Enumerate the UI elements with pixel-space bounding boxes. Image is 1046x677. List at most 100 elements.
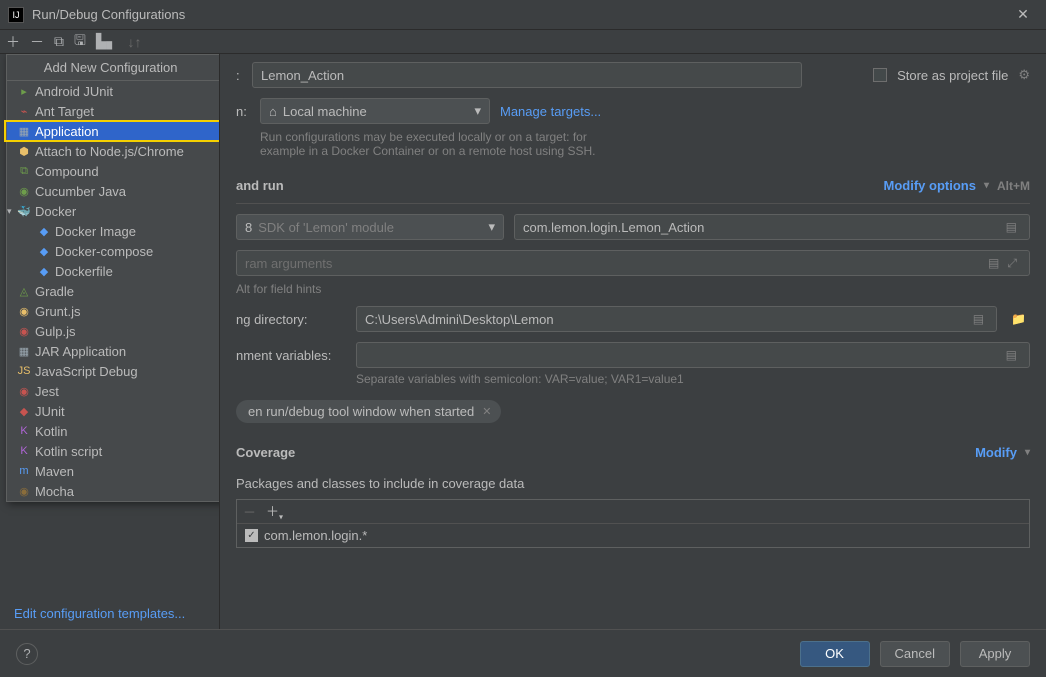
- config-icon: ◉: [17, 325, 31, 338]
- working-dir-label: ng directory:: [236, 312, 346, 327]
- name-input[interactable]: Lemon_Action: [252, 62, 802, 88]
- config-type-item[interactable]: KKotlin script: [7, 441, 219, 461]
- dropdown-title: Add New Configuration: [44, 60, 178, 75]
- main-class-input[interactable]: com.lemon.login.Lemon_Action ▤: [514, 214, 1030, 240]
- config-label: Mocha: [35, 484, 74, 499]
- config-type-item[interactable]: ◉Jest: [7, 381, 219, 401]
- config-type-item[interactable]: ◉Grunt.js: [7, 301, 219, 321]
- config-type-item[interactable]: ▸Android JUnit: [7, 81, 219, 101]
- working-dir-input[interactable]: C:\Users\Admini\Desktop\Lemon ▤: [356, 306, 997, 332]
- ok-button[interactable]: OK: [800, 641, 870, 667]
- modify-link[interactable]: Modify: [975, 445, 1017, 460]
- config-type-item[interactable]: mMaven: [7, 461, 219, 481]
- config-label: Docker Image: [55, 224, 136, 239]
- config-type-item[interactable]: ◆JUnit: [7, 401, 219, 421]
- titlebar: IJ Run/Debug Configurations ✕: [0, 0, 1046, 30]
- config-type-item[interactable]: KKotlin: [7, 421, 219, 441]
- run-on-row: n: ⌂ Local machine ▾ Manage targets...: [236, 98, 1030, 124]
- manage-targets-link[interactable]: Manage targets...: [500, 104, 601, 119]
- chevron-down-icon: ▾: [488, 219, 495, 235]
- help-button[interactable]: ?: [16, 643, 38, 665]
- bottom-bar: ? OK Cancel Apply: [0, 629, 1046, 677]
- config-label: JUnit: [35, 404, 65, 419]
- close-icon[interactable]: ✕: [1008, 6, 1038, 23]
- apply-button[interactable]: Apply: [960, 641, 1030, 667]
- add-icon[interactable]: ＋: [6, 32, 20, 52]
- config-label: Cucumber Java: [35, 184, 126, 199]
- config-icon: ◬: [17, 285, 31, 298]
- config-label: JavaScript Debug: [35, 364, 138, 379]
- config-icon: ⬢: [17, 145, 31, 158]
- coverage-package: com.lemon.login.*: [264, 528, 367, 543]
- jdk-prefix: 8: [245, 220, 252, 235]
- browse-folder-icon[interactable]: 📁: [1007, 312, 1030, 326]
- remove-icon[interactable]: －: [30, 32, 44, 52]
- config-label: Attach to Node.js/Chrome: [35, 144, 184, 159]
- config-type-item[interactable]: ⬢ Attach to Node.js/Chrome: [7, 141, 219, 161]
- config-type-item[interactable]: ▦Application: [7, 121, 219, 141]
- save-icon[interactable]: 🖫: [74, 30, 86, 54]
- modify-options-link[interactable]: Modify options: [884, 178, 976, 193]
- config-icon: ◉: [17, 385, 31, 398]
- config-icon: JS: [17, 365, 31, 377]
- browse-icon[interactable]: ▤: [1002, 220, 1021, 234]
- config-type-item[interactable]: ◉Cucumber Java: [7, 181, 219, 201]
- config-type-item[interactable]: JS JavaScript Debug: [7, 361, 219, 381]
- run-on-hint-row: Run configurations may be executed local…: [236, 130, 1030, 158]
- pill-label: en run/debug tool window when started: [248, 404, 474, 419]
- build-run-label: and run: [236, 178, 284, 193]
- config-type-item[interactable]: ◆Docker-compose: [7, 241, 219, 261]
- store-checkbox[interactable]: [873, 68, 887, 82]
- env-hint-row: Separate variables with semicolon: VAR=v…: [236, 372, 1030, 386]
- history-icon[interactable]: ▤: [984, 256, 1003, 270]
- copy-icon[interactable]: ⧉: [54, 33, 64, 50]
- checkbox-checked-icon[interactable]: ✓: [245, 529, 258, 542]
- config-type-item[interactable]: ▦JAR Application: [7, 341, 219, 361]
- add-config-dropdown: Add New Configuration ⇅ ▸Android JUnit⌁A…: [6, 54, 219, 502]
- expand-icon[interactable]: ⤢: [1003, 256, 1021, 271]
- env-input[interactable]: ▤: [356, 342, 1030, 368]
- history-icon[interactable]: ▤: [969, 312, 988, 326]
- config-type-item[interactable]: ◆Dockerfile: [7, 261, 219, 281]
- jdk-select[interactable]: 8 SDK of 'Lemon' module ▾: [236, 214, 504, 240]
- chevron-down-icon: ▾: [1025, 447, 1030, 458]
- env-row: nment variables: ▤: [236, 342, 1030, 368]
- program-args-input[interactable]: ram arguments ▤ ⤢: [236, 250, 1030, 276]
- config-type-item[interactable]: ⧉Compound: [7, 161, 219, 181]
- chevron-down-icon: ▾: [474, 103, 481, 119]
- coverage-box: － ＋▾ ✓ com.lemon.login.*: [236, 499, 1030, 548]
- open-tool-window-pill[interactable]: en run/debug tool window when started ✕: [236, 400, 501, 423]
- working-dir-value: C:\Users\Admini\Desktop\Lemon: [365, 312, 554, 327]
- run-on-label: n:: [236, 104, 250, 119]
- folder-icon[interactable]: ▙▖: [96, 33, 118, 50]
- config-type-item[interactable]: ◬Gradle: [7, 281, 219, 301]
- config-icon: K: [17, 425, 31, 437]
- app-icon: IJ: [8, 7, 24, 23]
- config-type-item[interactable]: ◉Mocha: [7, 481, 219, 501]
- modify-shortcut: Alt+M: [997, 179, 1030, 193]
- browse-icon[interactable]: ▤: [1002, 348, 1021, 362]
- config-type-item[interactable]: ▾🐳Docker: [7, 201, 219, 221]
- cancel-button[interactable]: Cancel: [880, 641, 950, 667]
- close-icon[interactable]: ✕: [482, 405, 491, 418]
- edit-templates-link[interactable]: Edit configuration templates...: [14, 606, 185, 621]
- sort-icon[interactable]: ↓↑: [127, 34, 141, 50]
- dropdown-list[interactable]: ▸Android JUnit⌁Ant Target▦Application ⬢ At…: [7, 81, 219, 501]
- config-icon: ▸: [17, 85, 31, 98]
- add-icon[interactable]: ＋▾: [266, 501, 283, 522]
- main-class-value: com.lemon.login.Lemon_Action: [523, 220, 704, 235]
- config-icon: ▦: [17, 345, 31, 358]
- remove-icon[interactable]: －: [243, 502, 256, 521]
- config-type-item[interactable]: ◆Docker Image: [7, 221, 219, 241]
- content-panel: : Lemon_Action Store as project file ⚙ n…: [220, 54, 1046, 629]
- config-label: Dockerfile: [55, 264, 113, 279]
- gear-icon[interactable]: ⚙: [1018, 67, 1030, 83]
- config-type-item[interactable]: ◉Gulp.js: [7, 321, 219, 341]
- run-on-value: Local machine: [283, 104, 367, 119]
- config-type-item[interactable]: ⌁Ant Target: [7, 101, 219, 121]
- config-icon: ◉: [17, 305, 31, 318]
- window-title: Run/Debug Configurations: [32, 7, 1008, 22]
- coverage-row[interactable]: ✓ com.lemon.login.*: [237, 524, 1029, 547]
- config-label: Compound: [35, 164, 99, 179]
- run-on-select[interactable]: ⌂ Local machine ▾: [260, 98, 490, 124]
